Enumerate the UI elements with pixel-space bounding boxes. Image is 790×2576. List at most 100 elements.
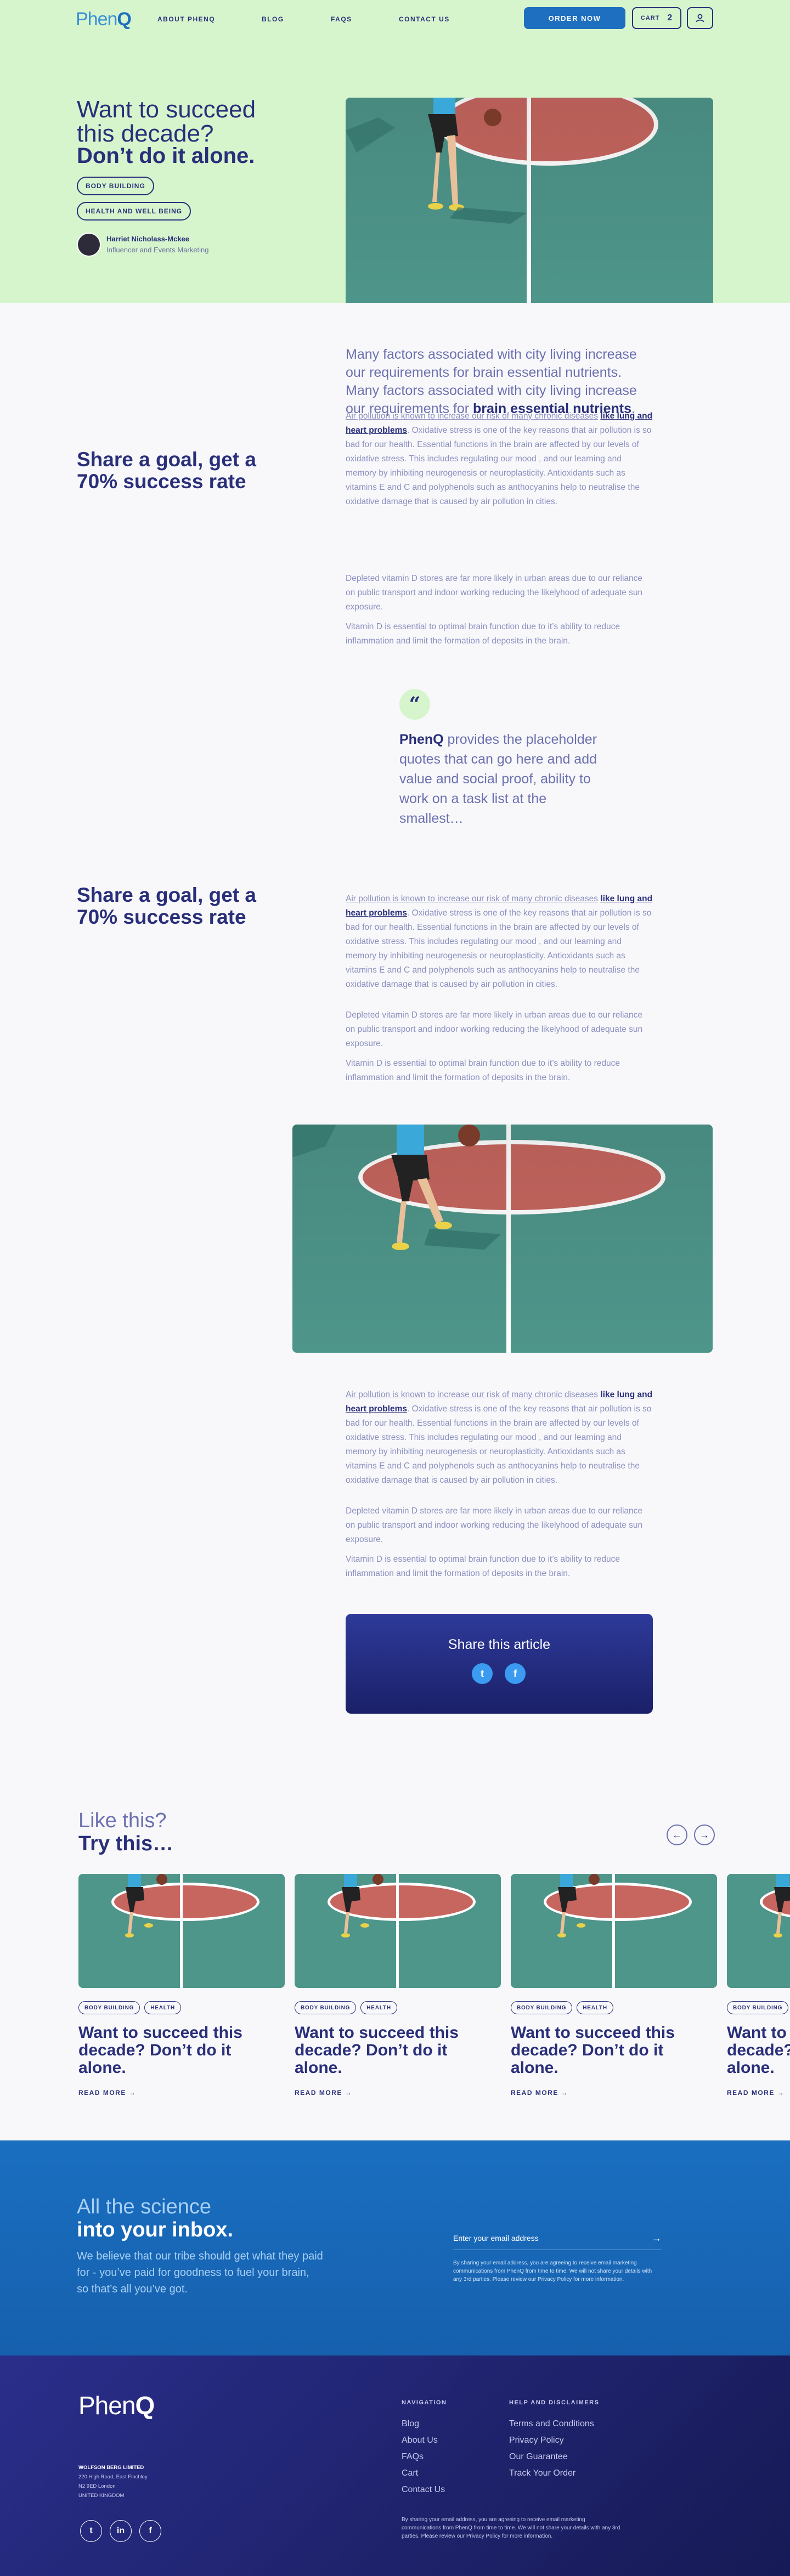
card-tag[interactable]: HEALTH [144, 2001, 181, 2014]
player-illustration [125, 1874, 167, 1937]
article-link[interactable]: Air pollution is known to increase our r… [346, 894, 598, 903]
email-field[interactable]: Enter your email address → [453, 2229, 662, 2250]
facebook-link[interactable]: f [139, 2520, 161, 2542]
cart-label: CART [640, 15, 660, 21]
footer-disclaimer: By sharing your email address, you are a… [402, 2517, 620, 2539]
cart-count: 2 [667, 13, 673, 22]
arrow-right-icon: → [561, 2089, 569, 2097]
article-paragraph-2: Depleted vitamin D stores are far more l… [346, 574, 643, 612]
carousel-prev-button[interactable]: ← [667, 1824, 687, 1845]
card-image [295, 1874, 501, 1988]
read-more-link[interactable]: READ MORE → [295, 2089, 352, 2097]
card-tag[interactable]: BODY BUILDING [295, 2001, 357, 2014]
read-more-link[interactable]: READ MORE → [727, 2089, 785, 2097]
card-tag[interactable]: BODY BUILDING [511, 2001, 573, 2014]
newsletter-title-bold: into your inbox. [77, 2218, 233, 2241]
footer-link-terms[interactable]: Terms and Conditions [509, 2419, 594, 2429]
footer-nav-heading: NAVIGATION [402, 2399, 447, 2406]
carousel-next-button[interactable]: → [694, 1824, 715, 1845]
tag-body-building[interactable]: BODY BUILDING [77, 177, 154, 195]
related-card[interactable]: BODY BUILDING HEALTH Want to succeed thi… [295, 1874, 501, 2097]
share-box: Share this article t f [346, 1614, 653, 1714]
linkedin-link[interactable]: in [110, 2520, 132, 2542]
twitter-icon: t [481, 1668, 484, 1679]
related-title-bold: Try this… [78, 1832, 174, 1855]
logo[interactable]: PhenQ [76, 9, 132, 30]
arrow-right-icon: → [777, 2089, 785, 2097]
footer-logo[interactable]: PhenQ [78, 2391, 155, 2420]
related-card-partial[interactable]: BODY BUILDING Want to succeed this decad… [727, 1874, 790, 2104]
order-now-button[interactable]: ORDER NOW [524, 7, 625, 29]
newsletter-text: We believe that our tribe should get wha… [77, 2250, 323, 2295]
footer-link-privacy[interactable]: Privacy Policy [509, 2436, 564, 2445]
tag-health[interactable]: HEALTH AND WELL BEING [77, 202, 191, 221]
twitter-share-button[interactable]: t [472, 1663, 493, 1684]
newsletter-section: All the science into your inbox. We beli… [0, 2140, 790, 2355]
card-tags: BODY BUILDING [727, 2001, 789, 2014]
hero-image [346, 98, 713, 303]
card-tag[interactable]: HEALTH [577, 2001, 613, 2014]
nav-blog[interactable]: BLOG [262, 15, 284, 23]
quote-icon: “ [399, 689, 430, 720]
avatar [77, 233, 101, 257]
arrow-right-icon: → [345, 2089, 353, 2097]
paragraph-text: . Oxidative stress is one of the key rea… [346, 908, 652, 989]
nav-faqs[interactable]: FAQS [331, 15, 352, 23]
address-line: N2 9ED London [78, 2483, 116, 2489]
related-card[interactable]: BODY BUILDING HEALTH Want to succeed thi… [78, 1874, 285, 2097]
cart-button[interactable]: CART 2 [632, 7, 681, 29]
paragraph-text: . Oxidative stress is one of the key rea… [346, 1404, 652, 1485]
submit-arrow-icon[interactable]: → [652, 2233, 662, 2244]
nav-about[interactable]: ABOUT PHENQ [157, 15, 215, 23]
card-title[interactable]: Want to succeed this decade? Don’t do it… [295, 2024, 492, 2077]
read-more-label: READ MORE [511, 2089, 558, 2097]
read-more-link[interactable]: READ MORE → [511, 2089, 568, 2097]
read-more-link[interactable]: READ MORE → [78, 2089, 136, 2097]
company-name: WOLFSON BERG LIMITED [78, 2465, 144, 2471]
article-link[interactable]: Air pollution is known to increase our r… [346, 411, 598, 421]
related-card[interactable]: BODY BUILDING HEALTH Want to succeed thi… [511, 1874, 717, 2097]
footer-link-contact[interactable]: Contact Us [402, 2485, 445, 2495]
player-illustration [557, 1874, 600, 1937]
section-title-2: Share a goal, get a 70% success rate [77, 884, 256, 928]
article-paragraph-9: Vitamin D is essential to optimal brain … [346, 1555, 620, 1578]
article-paragraph-3: Vitamin D is essential to optimal brain … [346, 622, 620, 646]
card-tags: BODY BUILDING HEALTH [511, 2001, 613, 2014]
footer-link-faqs[interactable]: FAQs [402, 2452, 424, 2462]
footer-link-track[interactable]: Track Your Order [509, 2468, 575, 2478]
footer-address: WOLFSON BERG LIMITED 220 High Road, East… [78, 2463, 148, 2500]
newsletter-title-light: All the science [77, 2195, 212, 2218]
footer-link-cart[interactable]: Cart [402, 2468, 418, 2478]
card-title[interactable]: Want to succeed this decade? Don’t do it… [511, 2024, 708, 2077]
quote-brand: PhenQ [399, 732, 444, 747]
card-image [511, 1874, 717, 1988]
twitter-link[interactable]: t [80, 2520, 102, 2542]
share-title: Share this article [448, 1637, 551, 1652]
arrow-right-icon: → [699, 1829, 709, 1840]
newsletter-disclaimer: By sharing your email address, you are a… [453, 2260, 652, 2283]
address-line: UNITED KINGDOM [78, 2493, 125, 2499]
card-title[interactable]: Want to succeed this decade? Don’t do it… [78, 2024, 276, 2077]
article-paragraph-4: Air pollution is known to increase our r… [346, 892, 653, 992]
card-tag[interactable]: BODY BUILDING [78, 2001, 140, 2014]
card-tag[interactable]: HEALTH [360, 2001, 397, 2014]
footer-link-blog[interactable]: Blog [402, 2419, 419, 2429]
account-button[interactable] [687, 7, 713, 29]
footer-link-guarantee[interactable]: Our Guarantee [509, 2452, 568, 2462]
facebook-share-button[interactable]: f [505, 1663, 526, 1684]
twitter-icon: t [89, 2526, 93, 2535]
card-image [727, 1874, 790, 1988]
footer: PhenQ WOLFSON BERG LIMITED 220 High Road… [0, 2355, 790, 2576]
card-title[interactable]: Want to succeed this decade? Don’t do it… [727, 2024, 790, 2077]
article-paragraph-8: Depleted vitamin D stores are far more l… [346, 1506, 643, 1544]
facebook-icon: f [514, 1668, 517, 1679]
address-line: 220 High Road, East Finchley [78, 2474, 148, 2480]
article-link[interactable]: Air pollution is known to increase our r… [346, 1390, 598, 1399]
article-paragraph-6: Vitamin D is essential to optimal brain … [346, 1059, 620, 1082]
footer-help-heading: HELP AND DISCLAIMERS [509, 2399, 600, 2406]
footer-link-about[interactable]: About Us [402, 2436, 438, 2445]
section-title: Share a goal, get a 70% success rate [77, 448, 256, 493]
email-placeholder: Enter your email address [453, 2234, 539, 2242]
card-tag[interactable]: BODY BUILDING [727, 2001, 789, 2014]
nav-contact[interactable]: CONTACT US [399, 15, 450, 23]
